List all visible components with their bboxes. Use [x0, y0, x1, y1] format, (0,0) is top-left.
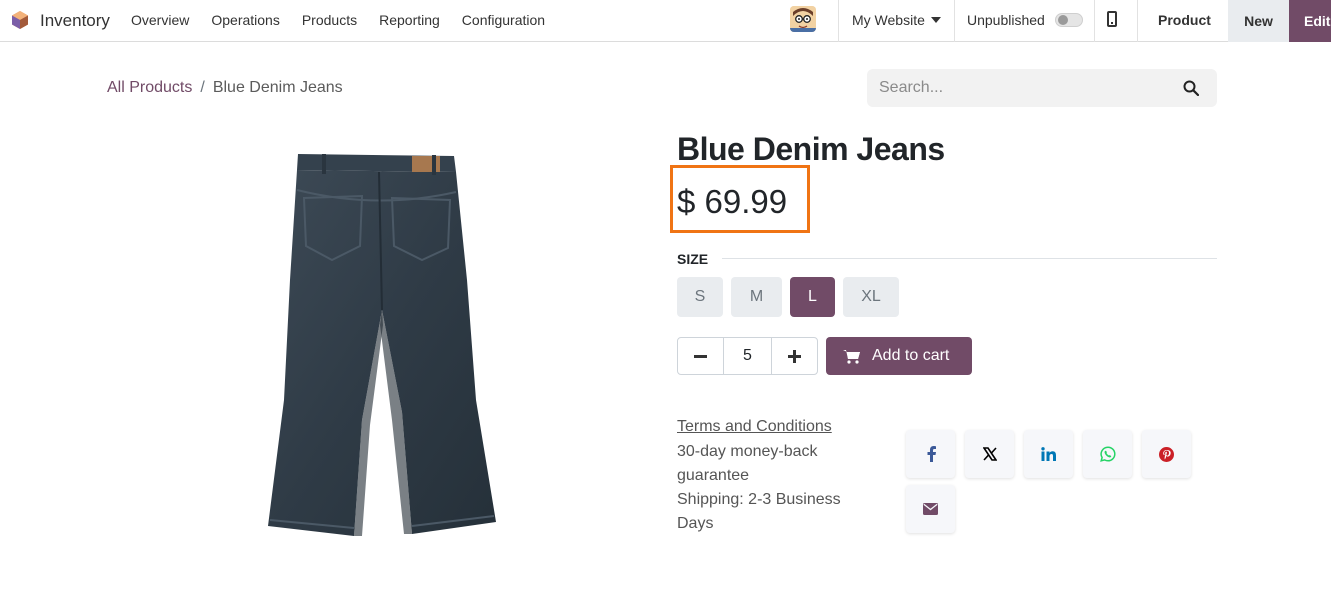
menu-item-reporting[interactable]: Reporting [379, 12, 440, 28]
menu-item-operations[interactable]: Operations [211, 12, 279, 28]
edit-button[interactable]: Edit [1289, 0, 1331, 42]
toggle-switch[interactable] [1054, 13, 1083, 27]
menu-item-configuration[interactable]: Configuration [462, 12, 545, 28]
whatsapp-icon [1099, 446, 1116, 462]
caret-down-icon [930, 17, 941, 23]
share-linkedin-button[interactable] [1024, 430, 1073, 478]
share-facebook-button[interactable] [906, 430, 955, 478]
size-label: SIZE [677, 251, 709, 267]
divider [1137, 0, 1138, 42]
add-to-cart-label: Add to cart [872, 347, 950, 364]
terms-and-conditions-link[interactable]: Terms and Conditions [677, 418, 832, 436]
quantity-stepper: 5 [677, 337, 818, 375]
product-title: Blue Denim Jeans [677, 131, 945, 167]
x-twitter-icon [982, 447, 997, 461]
product-image[interactable] [262, 150, 502, 540]
guarantee-line-2: guarantee [677, 467, 750, 484]
publish-toggle[interactable]: Unpublished [967, 12, 1083, 28]
pinterest-icon [1159, 446, 1174, 462]
menu-item-overview[interactable]: Overview [131, 12, 189, 28]
share-x-button[interactable] [965, 430, 1014, 478]
breadcrumb-separator: / [200, 79, 205, 96]
plus-icon [788, 349, 801, 363]
search-input[interactable] [867, 69, 1217, 107]
search-icon[interactable] [1183, 80, 1199, 96]
size-option-l[interactable]: L [790, 277, 835, 317]
shipping-line-1: Shipping: 2-3 Business [677, 491, 841, 508]
website-selector-label: My Website [852, 12, 925, 28]
inventory-app-icon[interactable] [10, 10, 30, 30]
increase-quantity-button[interactable] [772, 338, 817, 374]
mobile-preview-icon[interactable] [1107, 11, 1117, 27]
user-avatar[interactable] [790, 6, 816, 32]
share-pinterest-button[interactable] [1142, 430, 1191, 478]
size-option-m[interactable]: M [731, 277, 782, 317]
breadcrumb-all-products[interactable]: All Products [107, 79, 192, 97]
minus-icon [694, 354, 707, 358]
email-icon [923, 503, 938, 515]
app-name[interactable]: Inventory [40, 11, 110, 31]
divider [1094, 0, 1095, 42]
size-option-s[interactable]: S [677, 277, 723, 317]
menu-item-products[interactable]: Products [302, 12, 357, 28]
breadcrumb: All Products / Blue Denim Jeans [107, 79, 343, 97]
divider [954, 0, 955, 42]
product-menu-button[interactable]: Product [1158, 12, 1211, 28]
size-option-xl[interactable]: XL [843, 277, 899, 317]
size-divider [722, 258, 1217, 259]
guarantee-line-1: 30-day money-back [677, 443, 818, 460]
publish-status-label: Unpublished [967, 12, 1045, 28]
main-menu: Overview Operations Products Reporting C… [131, 12, 567, 28]
share-email-button[interactable] [906, 485, 955, 533]
share-whatsapp-button[interactable] [1083, 430, 1132, 478]
product-price: $ 69.99 [677, 183, 788, 220]
add-to-cart-button[interactable]: Add to cart [826, 337, 972, 375]
website-selector[interactable]: My Website [852, 12, 941, 28]
search-box [867, 69, 1217, 107]
breadcrumb-current: Blue Denim Jeans [212, 79, 343, 96]
linkedin-icon [1041, 447, 1056, 461]
top-navbar: Inventory Overview Operations Products R… [0, 0, 1331, 42]
shipping-line-2: Days [677, 515, 714, 532]
decrease-quantity-button[interactable] [678, 338, 723, 374]
quantity-input[interactable]: 5 [723, 338, 772, 374]
cart-icon [843, 349, 860, 364]
divider [838, 0, 839, 42]
new-button[interactable]: New [1228, 0, 1289, 42]
facebook-icon [927, 446, 936, 462]
